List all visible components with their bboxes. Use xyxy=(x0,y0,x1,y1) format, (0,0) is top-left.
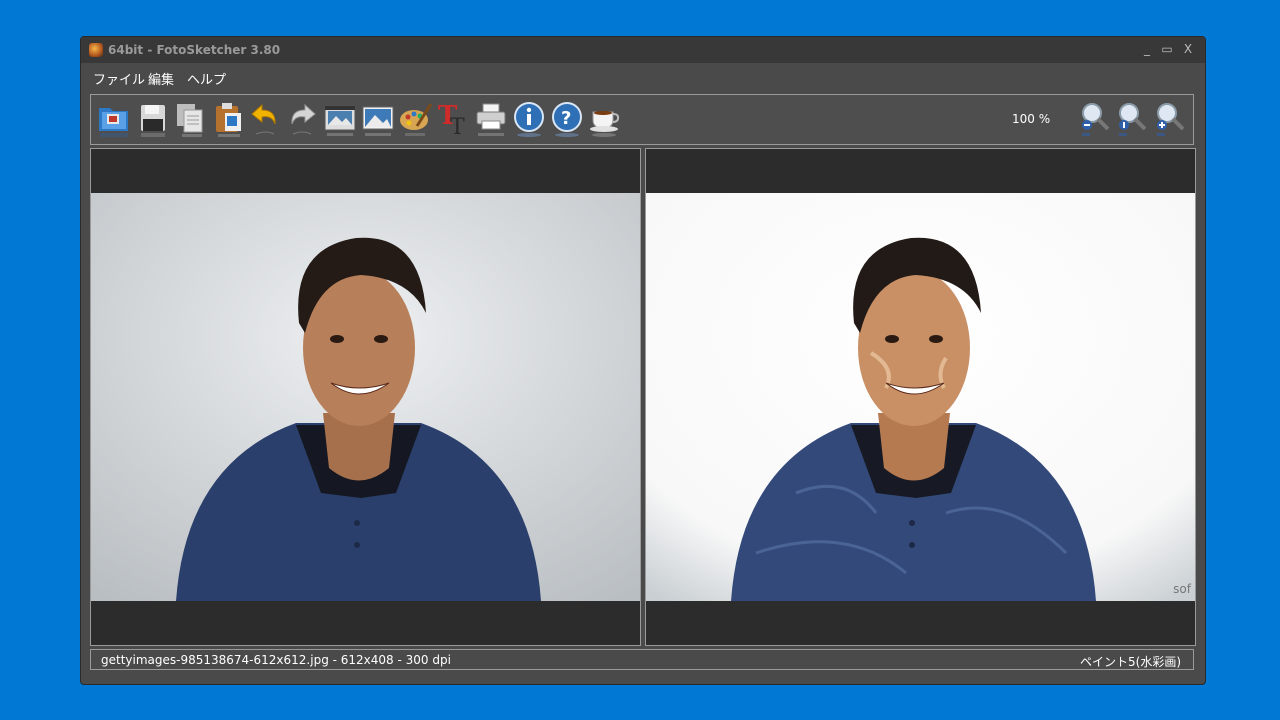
crop-button[interactable] xyxy=(323,100,357,138)
menu-edit[interactable]: 編集 xyxy=(148,69,174,88)
film-icon xyxy=(324,105,356,136)
app-window: 64bit - FotoSketcher 3.80 _ ▭ X ファイル 編集 … xyxy=(80,36,1206,685)
result-image-panel[interactable]: sof xyxy=(645,148,1196,646)
menu-help[interactable]: ヘルプ xyxy=(187,69,226,88)
maximize-button[interactable]: ▭ xyxy=(1159,41,1175,57)
menu-file[interactable]: ファイル xyxy=(93,69,145,88)
watermark-text: sof xyxy=(1173,582,1191,596)
toolbar: T T ? 100 % xyxy=(90,94,1194,145)
zoom-reset-button[interactable] xyxy=(1115,100,1149,138)
painted-photo xyxy=(646,193,1195,601)
zoom-out-icon xyxy=(1082,103,1110,136)
close-button[interactable]: X xyxy=(1180,41,1196,57)
save-button[interactable] xyxy=(137,100,171,138)
info-icon xyxy=(514,102,544,137)
zoom-in-icon xyxy=(1157,103,1185,136)
text-icon: T T xyxy=(438,101,465,140)
effects-button[interactable] xyxy=(399,100,433,138)
open-button[interactable] xyxy=(97,100,131,138)
paste-icon xyxy=(216,103,241,137)
app-icon xyxy=(89,43,103,57)
menu-bar: ファイル 編集 ヘルプ xyxy=(81,63,1205,91)
original-photo xyxy=(91,193,640,601)
text-button[interactable]: T T xyxy=(436,100,470,140)
save-icon xyxy=(141,105,165,137)
open-folder-icon xyxy=(99,108,128,137)
redo-icon xyxy=(291,103,316,135)
zoom-level: 100 % xyxy=(1012,112,1051,126)
undo-icon xyxy=(251,103,276,135)
title-bar[interactable]: 64bit - FotoSketcher 3.80 _ ▭ X xyxy=(81,37,1205,63)
landscape-icon xyxy=(362,106,394,136)
original-image-panel[interactable] xyxy=(90,148,641,646)
undo-button[interactable] xyxy=(248,100,282,138)
window-title: 64bit - FotoSketcher 3.80 xyxy=(108,43,281,57)
palette-icon xyxy=(400,103,433,136)
print-button[interactable] xyxy=(474,100,508,138)
copy-button[interactable] xyxy=(174,100,208,138)
svg-text:T: T xyxy=(450,115,465,138)
svg-text:?: ? xyxy=(561,108,571,129)
info-button[interactable] xyxy=(512,100,546,138)
help-icon: ? xyxy=(552,102,582,137)
help-button[interactable]: ? xyxy=(550,100,584,138)
coffee-icon xyxy=(590,111,620,137)
zoom-in-button[interactable] xyxy=(1153,100,1187,138)
status-bar: gettyimages-985138674-612x612.jpg - 612x… xyxy=(90,649,1194,670)
paste-button[interactable] xyxy=(212,100,246,138)
minimize-button[interactable]: _ xyxy=(1139,41,1155,57)
print-icon xyxy=(476,103,506,136)
zoom-reset-icon xyxy=(1119,103,1147,136)
redo-button[interactable] xyxy=(285,100,319,138)
donate-button[interactable] xyxy=(588,100,622,138)
effect-name: ペイント5(水彩画) xyxy=(1080,655,1181,669)
zoom-out-button[interactable] xyxy=(1078,100,1112,138)
file-info: gettyimages-985138674-612x612.jpg - 612x… xyxy=(101,653,451,667)
copy-icon xyxy=(177,104,203,137)
image-button[interactable] xyxy=(361,100,395,138)
